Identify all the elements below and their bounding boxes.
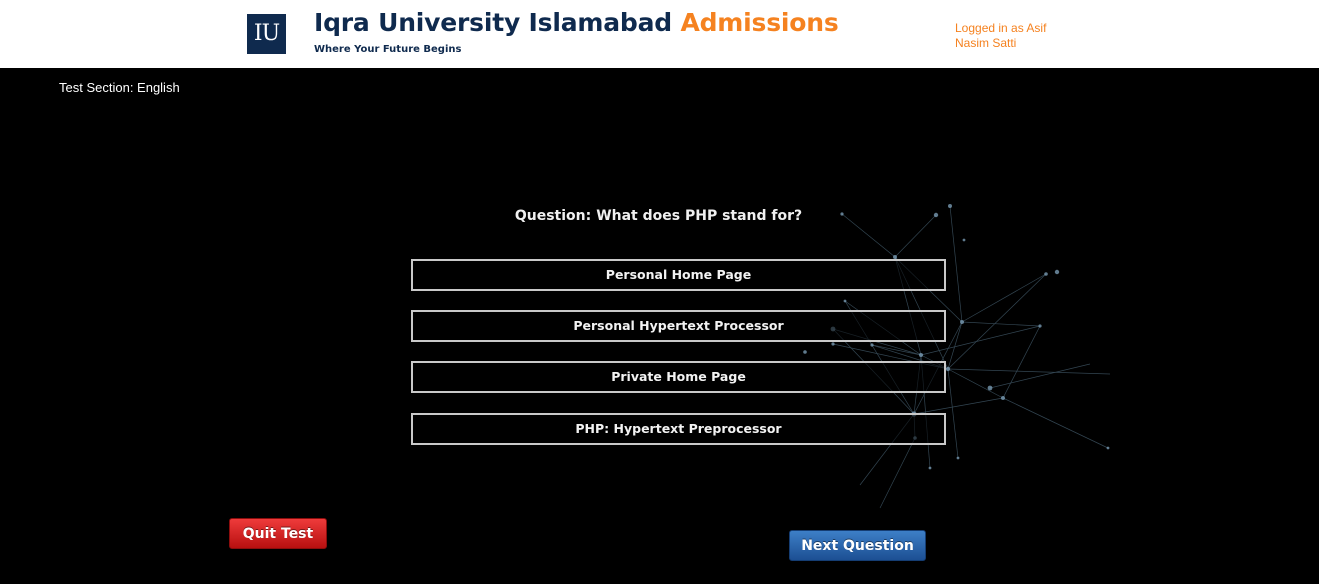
question-body: What does PHP stand for?: [596, 208, 803, 224]
site-header: IU Iqra University Islamabad Admissions …: [0, 0, 1319, 68]
university-logo: IU: [247, 14, 286, 54]
site-title-main: Iqra University Islamabad: [314, 8, 672, 37]
question-text: Question: What does PHP stand for?: [412, 208, 905, 224]
answer-option-2[interactable]: Personal Hypertext Processor: [411, 310, 946, 342]
site-title-accent: Admissions: [680, 8, 839, 37]
answer-option-4[interactable]: PHP: Hypertext Preprocessor: [411, 413, 946, 445]
quit-test-button[interactable]: Quit Test: [229, 518, 327, 549]
test-area: Test Section: English Question: What does…: [0, 68, 1319, 584]
answer-option-3[interactable]: Private Home Page: [411, 361, 946, 393]
answer-option-1[interactable]: Personal Home Page: [411, 259, 946, 291]
question-prefix: Question:: [514, 208, 592, 224]
site-tagline: Where Your Future Begins: [314, 44, 462, 55]
test-section-label: Test Section: English: [59, 80, 180, 95]
next-question-button[interactable]: Next Question: [789, 530, 926, 561]
site-title: Iqra University Islamabad Admissions: [314, 8, 839, 37]
login-status: Logged in as Asif Nasim Satti: [955, 21, 1047, 50]
